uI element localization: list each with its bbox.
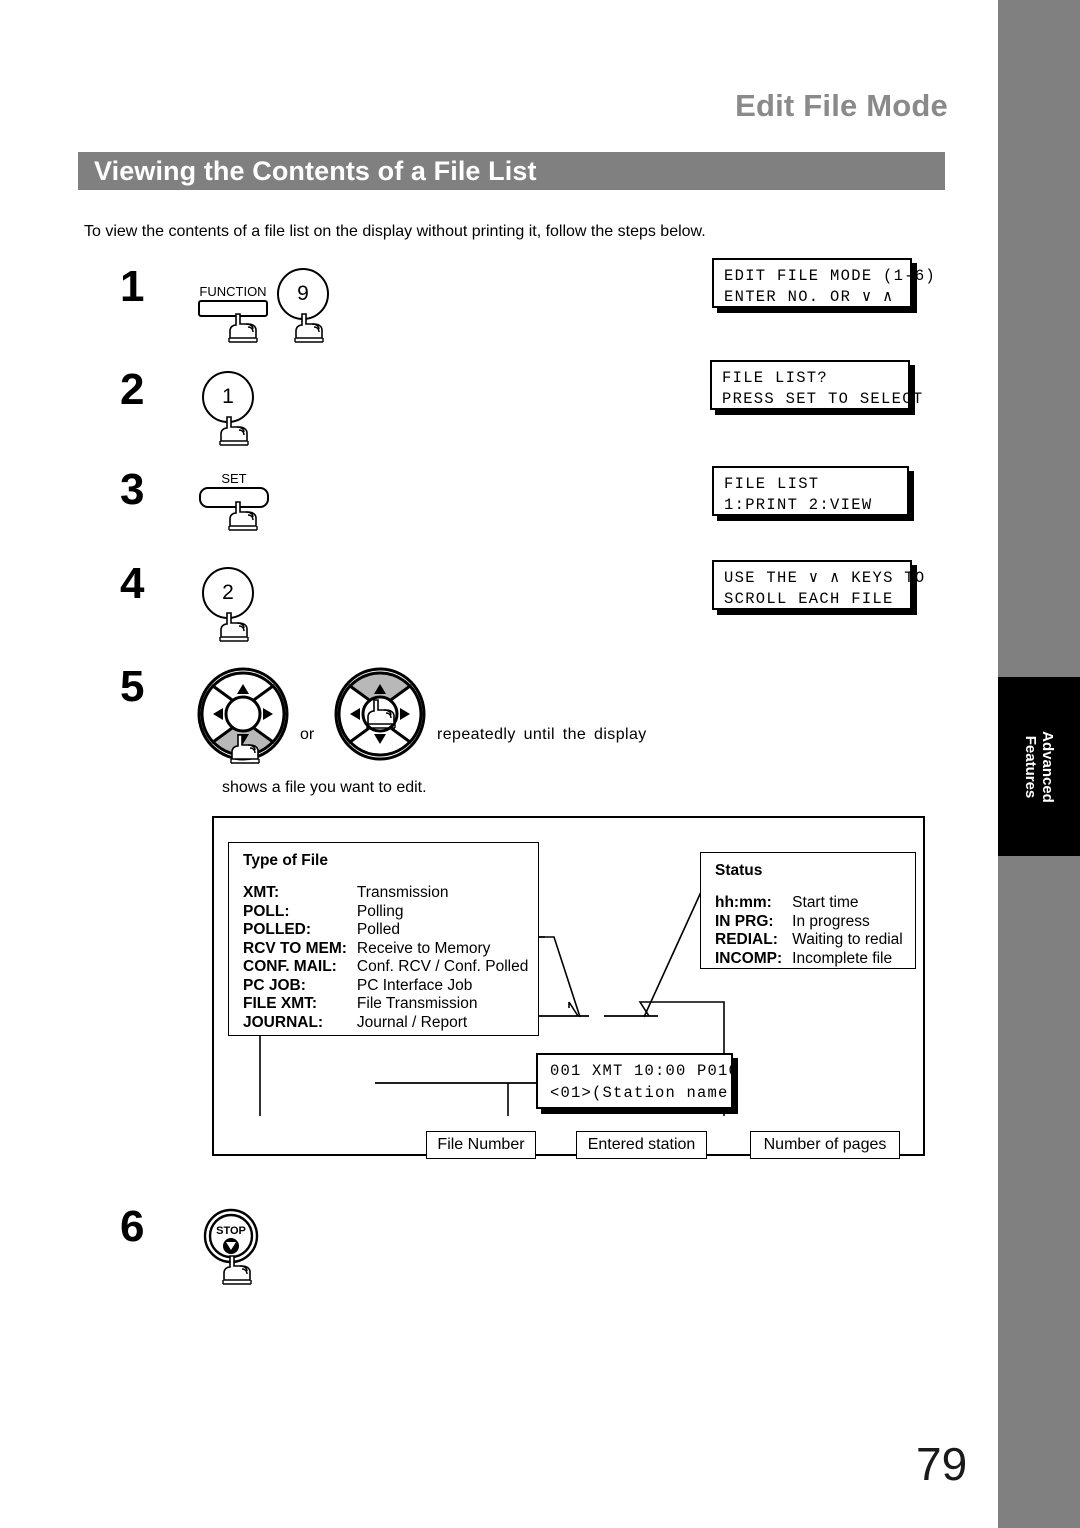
finger-pointer-icon	[228, 734, 264, 765]
table-row: CONF. MAIL: Conf. RCV / Conf. Polled	[243, 958, 528, 977]
sample-lcd-line-2: <01>(Station name)	[550, 1084, 740, 1102]
type-value: Polled	[356, 921, 400, 938]
sample-lcd-display: 001 XMT 10:00 P010 <01>(Station name)	[536, 1053, 738, 1109]
finger-pointer-icon	[226, 501, 262, 532]
step5-second-line: shows a file you want to edit.	[222, 779, 427, 796]
type-of-file-table: XMT: Transmission POLL: Polling POLLED: …	[243, 884, 528, 1032]
table-row: hh:mm: Start time	[715, 894, 903, 913]
status-key: hh:mm:	[715, 894, 772, 911]
lcd-display-step-3: FILE LIST 1:PRINT 2:VIEW	[712, 466, 909, 516]
numeric-key-1-label: 1	[222, 385, 234, 408]
table-row: POLLED: Polled	[243, 921, 528, 940]
table-row: POLL: Polling	[243, 903, 528, 922]
status-value: Waiting to redial	[792, 931, 903, 948]
section-title-bar: Viewing the Contents of a File List	[78, 152, 945, 190]
callout-number-of-pages: Number of pages	[750, 1131, 900, 1159]
status-value: In progress	[792, 912, 870, 930]
side-tab-label-line1: Advanced	[1039, 730, 1056, 803]
finger-pointer-icon	[292, 313, 328, 344]
lcd-display-step-4: USE THE ∨ ∧ KEYS TO SCROLL EACH FILE	[712, 560, 924, 610]
type-key: XMT:	[243, 884, 280, 901]
lcd-line-2: SCROLL EACH FILE	[724, 590, 894, 608]
type-key: POLLED:	[243, 921, 312, 938]
type-key: FILE XMT:	[243, 995, 318, 1012]
step-number-2: 2	[120, 365, 145, 414]
step-number-3: 3	[120, 465, 145, 514]
step5-trailing-text: repeatedly until the display	[437, 726, 647, 743]
type-key: PC JOB:	[243, 976, 306, 994]
lcd-line-2: PRESS SET TO SELECT	[722, 390, 924, 408]
type-value: Journal / Report	[356, 1013, 468, 1031]
step-number-5: 5	[120, 662, 145, 711]
type-of-file-title: Type of File	[243, 852, 328, 869]
type-key: JOURNAL:	[243, 1013, 324, 1031]
status-key: IN PRG:	[715, 912, 774, 930]
status-value: Incomplete file	[792, 949, 893, 967]
table-row: PC JOB: PC Interface Job	[243, 977, 528, 996]
status-value: Start time	[792, 894, 859, 911]
side-tab-label: Advanced Features	[1022, 731, 1056, 803]
lcd-line-1: FILE LIST	[724, 475, 820, 493]
type-key: POLL:	[243, 902, 290, 920]
type-key: CONF. MAIL:	[243, 958, 337, 975]
numeric-key-1[interactable]: 1	[202, 371, 254, 423]
step5-conjunction: or	[300, 726, 315, 743]
set-key-label: SET	[221, 471, 247, 486]
finger-pointer-icon	[226, 313, 262, 344]
lcd-line-2: 1:PRINT 2:VIEW	[724, 496, 873, 514]
type-value: Conf. RCV / Conf. Polled	[356, 958, 529, 975]
lcd-line-1: USE THE ∨ ∧ KEYS TO	[724, 569, 926, 587]
lcd-line-1: FILE LIST?	[722, 369, 829, 387]
finger-pointer-icon	[217, 612, 253, 643]
step-number-1: 1	[120, 262, 145, 311]
numeric-key-2[interactable]: 2	[202, 567, 254, 619]
table-row: RCV TO MEM: Receive to Memory	[243, 940, 528, 959]
finger-pointer-icon	[220, 1255, 256, 1286]
numeric-key-9-label: 9	[297, 282, 309, 305]
table-row: XMT: Transmission	[243, 884, 528, 903]
type-of-file-legend: Type of File XMT: Transmission POLL: Pol…	[228, 842, 539, 1036]
table-row: INCOMP: Incomplete file	[715, 950, 903, 969]
lcd-display-step-1: EDIT FILE MODE (1-6) ENTER NO. OR ∨ ∧	[712, 258, 935, 308]
step-number-6: 6	[120, 1202, 145, 1251]
type-key: RCV TO MEM:	[243, 939, 347, 957]
table-row: JOURNAL: Journal / Report	[243, 1014, 528, 1033]
callout-entered-station: Entered station	[576, 1131, 707, 1159]
side-tab-advanced-features: Advanced Features	[998, 677, 1080, 856]
status-legend: Status hh:mm: Start time IN PRG: In prog…	[700, 852, 916, 969]
table-row: REDIAL: Waiting to redial	[715, 931, 903, 950]
finger-pointer-icon	[364, 699, 400, 730]
function-key-label: FUNCTION	[199, 284, 267, 299]
side-tab-label-line2: Features	[1022, 735, 1039, 798]
numeric-key-9[interactable]: 9	[277, 268, 329, 320]
type-value: File Transmission	[356, 995, 478, 1012]
status-table: hh:mm: Start time IN PRG: In progress RE…	[715, 894, 903, 968]
table-row: IN PRG: In progress	[715, 913, 903, 932]
page-title: Viewing the Contents of a File List	[94, 156, 537, 186]
status-key: REDIAL:	[715, 931, 778, 948]
status-key: INCOMP:	[715, 949, 783, 967]
type-value: Transmission	[356, 884, 449, 901]
svg-text:STOP: STOP	[216, 1225, 246, 1237]
lcd-display-step-2: FILE LIST? PRESS SET TO SELECT	[710, 360, 922, 410]
callout-file-number: File Number	[426, 1131, 536, 1159]
status-title: Status	[715, 862, 763, 879]
step-number-4: 4	[120, 559, 145, 608]
page-number: 79	[916, 1438, 968, 1490]
lcd-line-1: EDIT FILE MODE (1-6)	[724, 267, 937, 285]
intro-paragraph: To view the contents of a file list on t…	[84, 223, 706, 240]
type-value: PC Interface Job	[356, 976, 473, 994]
table-row: FILE XMT: File Transmission	[243, 995, 528, 1014]
numeric-key-2-label: 2	[222, 581, 234, 604]
type-value: Receive to Memory	[356, 939, 491, 957]
sample-lcd-line-1: 001 XMT 10:00 P010	[550, 1062, 740, 1080]
finger-pointer-icon	[217, 416, 253, 447]
type-value: Polling	[356, 902, 404, 920]
document-header-title: Edit File Mode	[735, 88, 948, 123]
lcd-line-2: ENTER NO. OR ∨ ∧	[724, 288, 894, 306]
